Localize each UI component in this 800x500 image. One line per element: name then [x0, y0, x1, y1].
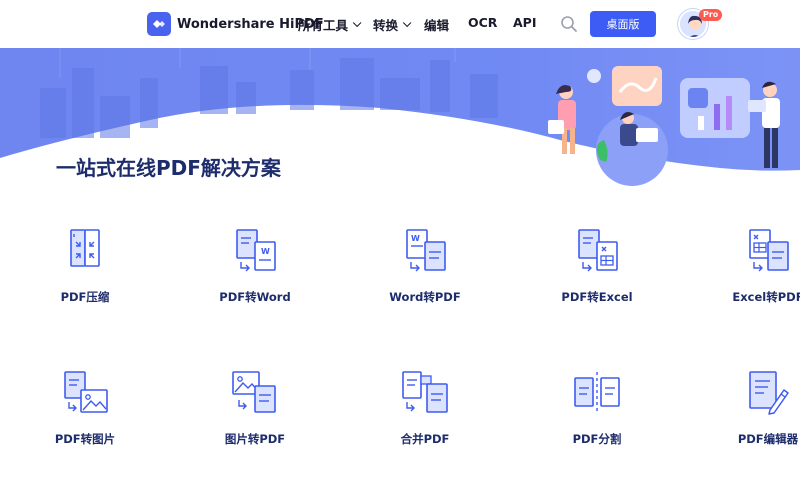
tool-label: 图片转PDF — [224, 432, 286, 446]
tool-label: PDF分割 — [572, 432, 622, 446]
tool-label: PDF转Excel — [561, 290, 633, 304]
top-navigation-bar: Wondershare HiPDF 所有工具 转换 编辑 OCR API 桌面版… — [0, 0, 800, 48]
tool-excel-to-pdf[interactable]: Excel转PDF — [693, 228, 800, 348]
tool-label: PDF编辑器 — [737, 432, 799, 446]
compress-pdf-icon — [70, 229, 100, 267]
pdf-editor-icon — [749, 371, 789, 415]
hipdf-logo-icon — [147, 12, 171, 36]
tool-label: Excel转PDF — [732, 290, 800, 304]
tool-label: PDF压缩 — [60, 290, 110, 304]
nav-ocr-label: OCR — [468, 15, 498, 30]
tool-image-to-pdf[interactable]: 图片转PDF — [180, 370, 330, 490]
pdf-to-image-icon — [64, 371, 108, 413]
nav-all-tools[interactable]: 所有工具 — [298, 15, 362, 34]
nav-edit[interactable]: 编辑 — [424, 15, 449, 34]
word-to-pdf-icon: W — [406, 229, 446, 272]
tool-compress-pdf[interactable]: PDF压缩 — [10, 228, 160, 348]
tool-pdf-to-image[interactable]: PDF转图片 — [10, 370, 160, 490]
split-pdf-icon — [574, 372, 620, 414]
tool-pdf-editor[interactable]: PDF编辑器 — [693, 370, 800, 490]
pro-badge: Pro — [699, 9, 723, 21]
tool-pdf-to-word[interactable]: W PDF转Word — [180, 228, 330, 348]
search-icon[interactable] — [560, 15, 578, 33]
nav-edit-label: 编辑 — [424, 18, 450, 33]
excel-to-pdf-icon — [749, 229, 789, 272]
nav-api-label: API — [513, 15, 537, 30]
tool-split-pdf[interactable]: PDF分割 — [522, 370, 672, 490]
tool-label: 合并PDF — [400, 432, 450, 446]
tool-label: Word转PDF — [389, 290, 461, 304]
pdf-to-excel-icon — [578, 229, 618, 272]
nav-all-tools-label: 所有工具 — [298, 18, 349, 33]
tool-label: PDF转Word — [219, 290, 291, 304]
nav-api[interactable]: API — [513, 15, 537, 30]
desktop-version-button[interactable]: 桌面版 — [590, 11, 656, 37]
tool-word-to-pdf[interactable]: W Word转PDF — [350, 228, 500, 348]
nav-convert[interactable]: 转换 — [373, 15, 412, 34]
svg-text:W: W — [411, 234, 420, 243]
tool-pdf-to-excel[interactable]: PDF转Excel — [522, 228, 672, 348]
section-title: 一站式在线PDF解决方案 — [56, 156, 281, 180]
nav-ocr[interactable]: OCR — [468, 15, 497, 30]
pdf-to-word-icon: W — [236, 229, 276, 272]
chevron-down-icon — [402, 18, 412, 27]
tool-label: PDF转图片 — [54, 432, 116, 446]
nav-convert-label: 转换 — [373, 18, 399, 33]
image-to-pdf-icon — [232, 371, 276, 413]
chevron-down-icon — [352, 18, 362, 27]
svg-text:W: W — [261, 247, 270, 256]
merge-pdf-icon — [402, 371, 448, 413]
tool-merge-pdf[interactable]: 合并PDF — [350, 370, 500, 490]
